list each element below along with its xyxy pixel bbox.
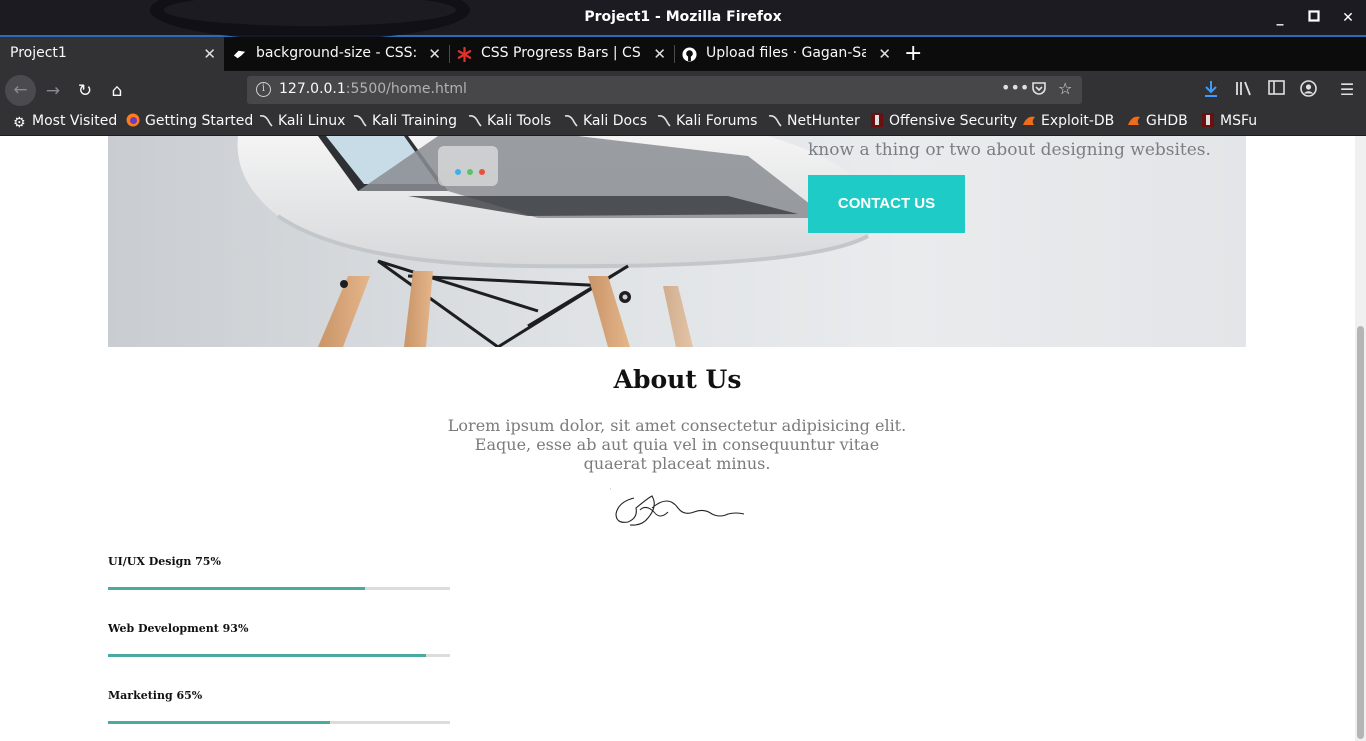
maximize-icon[interactable] [1305, 9, 1323, 27]
skill-label: Web Development 93% [108, 622, 249, 635]
progress-fill [108, 654, 427, 657]
skill-marketing: Marketing 65% [108, 689, 450, 724]
bookmark-offensive-security[interactable]: Offensive Security [870, 113, 1017, 129]
kali-dragon-icon [468, 115, 482, 127]
progress-fill [108, 721, 331, 724]
tab-label: Project1 [10, 45, 67, 61]
signature-image [609, 488, 745, 526]
hamburger-menu-icon[interactable]: ☰ [1337, 80, 1357, 100]
navigation-toolbar: ← → ↻ ⌂ i 127.0.0.1:5500/home.html ••• ☆… [0, 71, 1366, 109]
page-scrollbar[interactable] [1355, 136, 1366, 741]
skill-ui-ux-design: UI/UX Design 75% [108, 555, 450, 590]
url-bar[interactable]: i 127.0.0.1:5500/home.html ••• ☆ [247, 76, 1082, 104]
contact-us-button[interactable]: CONTACT US [808, 175, 965, 233]
bookmark-kali-training[interactable]: Kali Training [353, 113, 457, 129]
sidebar-icon[interactable] [1266, 80, 1286, 100]
tab-bar: Project1 ✕ background-size - CSS: C ✕ CS… [0, 37, 1366, 71]
tab-label: Upload files · Gagan-Saff [706, 45, 866, 61]
firefox-icon [126, 113, 140, 127]
close-tab-icon[interactable]: ✕ [878, 45, 891, 63]
bookmark-nethunter[interactable]: NetHunter [768, 113, 860, 129]
bookmarks-toolbar: ⚙ Most Visited Getting Started Kali Linux… [0, 109, 1366, 136]
back-arrow-icon[interactable]: ← [5, 75, 36, 106]
kali-dragon-icon [564, 115, 578, 127]
about-title: About Us [613, 365, 742, 394]
progress-track [108, 654, 450, 657]
kali-dragon-icon [657, 115, 671, 127]
skill-label: Marketing 65% [108, 689, 203, 702]
gear-icon: ⚙ [13, 115, 26, 131]
kali-dragon-icon [259, 115, 273, 127]
bookmark-most-visited[interactable]: ⚙ Most Visited [13, 113, 117, 131]
skill-web-development: Web Development 93% [108, 622, 450, 657]
hero-description: know a thing or two about designing webs… [808, 140, 1211, 160]
bookmark-kali-docs[interactable]: Kali Docs [564, 113, 647, 129]
bookmark-getting-started[interactable]: Getting Started [126, 113, 253, 129]
skill-label: UI/UX Design 75% [108, 555, 221, 568]
window-titlebar: Project1 - Mozilla Firefox _ ✕ [0, 0, 1366, 40]
exploitdb-icon [1023, 116, 1035, 125]
github-icon [682, 47, 697, 62]
tab-label: CSS Progress Bars | CSS [481, 45, 641, 61]
bookmark-ghdb[interactable]: GHDB [1127, 113, 1188, 129]
about-description: Lorem ipsum dolor, sit amet consectetur … [447, 416, 907, 473]
bookmark-kali-linux[interactable]: Kali Linux [259, 113, 345, 129]
progress-track [108, 587, 450, 590]
page-actions-icon[interactable]: ••• [1001, 78, 1029, 97]
kali-dragon-icon [768, 115, 782, 127]
kali-dragon-icon [353, 115, 367, 127]
tab-css-progress-bars[interactable]: CSS Progress Bars | CSS ✕ [449, 37, 675, 71]
tab-background-size[interactable]: background-size - CSS: C ✕ [224, 37, 450, 71]
bookmark-exploit-db[interactable]: Exploit-DB [1022, 113, 1114, 129]
downloads-icon[interactable] [1201, 80, 1221, 100]
minimize-icon[interactable]: _ [1271, 9, 1289, 27]
close-tab-icon[interactable]: ✕ [203, 45, 216, 63]
hero-image [237, 136, 874, 347]
home-icon[interactable]: ⌂ [104, 78, 130, 104]
exploitdb-icon [1128, 116, 1140, 125]
forward-arrow-icon[interactable]: → [40, 78, 66, 104]
offsec-icon [871, 113, 883, 127]
new-tab-icon[interactable]: + [904, 41, 922, 66]
window-title: Project1 - Mozilla Firefox [584, 9, 782, 25]
tab-upload-files[interactable]: Upload files · Gagan-Saff ✕ [674, 37, 899, 71]
offsec-icon [1202, 113, 1214, 127]
page-viewport: know a thing or two about designing webs… [0, 136, 1355, 741]
bookmark-msfu[interactable]: MSFu [1201, 113, 1257, 129]
tab-label: background-size - CSS: C [256, 45, 416, 61]
progress-fill [108, 587, 365, 590]
hero-banner: know a thing or two about designing webs… [108, 136, 1246, 347]
tab-project1[interactable]: Project1 ✕ [0, 37, 224, 71]
bookmark-kali-tools[interactable]: Kali Tools [468, 113, 551, 129]
close-tab-icon[interactable]: ✕ [653, 45, 666, 63]
account-icon[interactable] [1298, 80, 1318, 100]
close-window-icon[interactable]: ✕ [1339, 9, 1357, 27]
reload-icon[interactable]: ↻ [72, 78, 98, 104]
url-text[interactable]: 127.0.0.1:5500/home.html [279, 81, 467, 97]
bookmark-kali-forums[interactable]: Kali Forums [657, 113, 757, 129]
site-info-icon[interactable]: i [256, 82, 271, 97]
close-tab-icon[interactable]: ✕ [428, 45, 441, 63]
mdn-icon [233, 50, 246, 59]
bookmark-star-icon[interactable]: ☆ [1058, 79, 1072, 98]
pocket-icon[interactable] [1031, 80, 1047, 100]
scrollbar-thumb[interactable] [1357, 326, 1364, 739]
library-icon[interactable] [1234, 80, 1254, 100]
progress-track [108, 721, 450, 724]
asterisk-icon [457, 47, 472, 62]
